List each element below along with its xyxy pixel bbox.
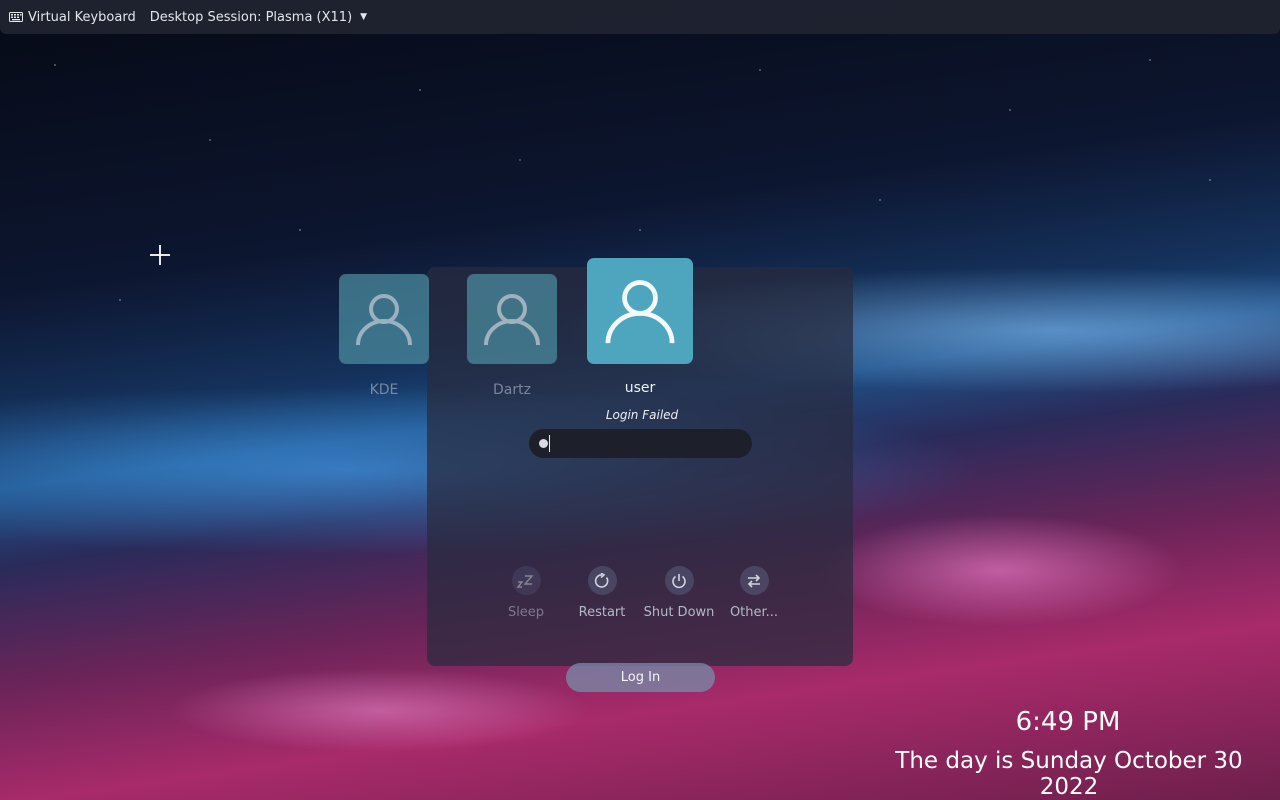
password-mask [539, 439, 548, 448]
keyboard-icon [9, 12, 23, 22]
user-tile-user[interactable]: user [587, 258, 693, 396]
login-status-message: Login Failed [605, 408, 679, 422]
restart-icon [594, 572, 609, 588]
avatar [587, 258, 693, 364]
login-button[interactable]: Log In [566, 663, 715, 692]
user-name: user [624, 380, 656, 396]
user-icon [605, 280, 675, 344]
user-tile-dartz[interactable]: Dartz [467, 274, 557, 398]
password-field[interactable] [529, 429, 752, 458]
sleep-icon [517, 574, 534, 588]
clock-date: The day is Sunday October 30 2022 [895, 748, 1243, 800]
other-button[interactable]: Other... [716, 566, 792, 620]
session-label: Desktop Session: Plasma (X11) [149, 9, 353, 25]
user-icon [484, 294, 540, 346]
avatar [339, 274, 429, 364]
bright-star [150, 245, 170, 265]
power-icon [672, 573, 686, 588]
login-screen: Virtual Keyboard Desktop Session: Plasma… [0, 0, 1280, 800]
user-tile-kde[interactable]: KDE [339, 274, 429, 398]
session-selector[interactable]: Desktop Session: Plasma (X11) ▼ [150, 0, 367, 34]
avatar [467, 274, 557, 364]
user-icon [356, 294, 412, 346]
restart-button[interactable]: Restart [564, 566, 640, 620]
virtual-keyboard-label: Virtual Keyboard [28, 9, 136, 25]
restart-label: Restart [578, 605, 626, 620]
sleep-label: Sleep [507, 605, 545, 620]
other-label: Other... [729, 605, 779, 620]
clock-time: 6:49 PM [1015, 707, 1121, 737]
sleep-button[interactable]: Sleep [488, 566, 564, 620]
chevron-down-icon: ▼ [360, 12, 368, 22]
switch-icon [747, 573, 761, 588]
user-name: KDE [369, 382, 399, 398]
virtual-keyboard-button[interactable]: Virtual Keyboard [9, 0, 136, 34]
user-name: Dartz [493, 382, 531, 398]
top-bar: Virtual Keyboard Desktop Session: Plasma… [0, 0, 1280, 34]
shutdown-button[interactable]: Shut Down [641, 566, 717, 620]
shutdown-label: Shut Down [643, 605, 715, 620]
text-cursor [549, 435, 550, 452]
